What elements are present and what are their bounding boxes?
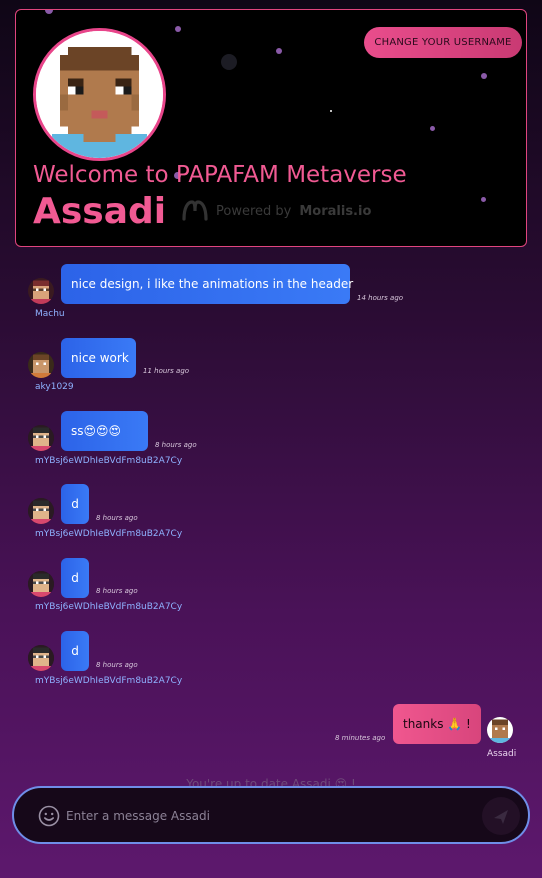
message-username[interactable]: Machu (35, 309, 65, 319)
message-username[interactable]: Assadi (487, 749, 516, 759)
send-icon (494, 810, 508, 824)
welcome-title: Welcome to PAPAFAM Metaverse (33, 162, 407, 188)
message-timestamp: 8 hours ago (96, 661, 138, 669)
message-username[interactable]: mYBsj6eWDhIeBVdFm8uB2A7Cy (35, 676, 182, 686)
star-decoration (481, 73, 487, 79)
avatar[interactable] (28, 352, 54, 378)
change-username-button[interactable]: CHANGE YOUR USERNAME (364, 27, 522, 58)
message-text: thanks 🙏 ! (403, 717, 471, 731)
message-input[interactable] (66, 802, 466, 830)
pixel-avatar-icon (487, 717, 513, 743)
message-text: d (71, 497, 79, 511)
pixel-avatar-icon (28, 425, 54, 451)
message-composer (12, 786, 530, 844)
message-username[interactable]: mYBsj6eWDhIeBVdFm8uB2A7Cy (35, 456, 182, 466)
powered-by-brand: Moralis.io (299, 203, 372, 219)
message-timestamp: 8 minutes ago (335, 734, 386, 742)
message-username[interactable]: mYBsj6eWDhIeBVdFm8uB2A7Cy (35, 602, 182, 612)
pixel-avatar-icon (28, 352, 54, 378)
pixel-avatar-icon (28, 645, 54, 671)
message-username[interactable]: mYBsj6eWDhIeBVdFm8uB2A7Cy (35, 529, 182, 539)
avatar[interactable] (28, 278, 54, 304)
message-timestamp: 14 hours ago (357, 294, 404, 302)
message-text: d (71, 571, 79, 585)
smiley-icon[interactable] (38, 805, 60, 827)
message-text: nice work (71, 351, 129, 365)
star-decoration (481, 197, 486, 202)
star-decoration (330, 110, 332, 112)
avatar[interactable] (28, 498, 54, 524)
star-decoration (175, 26, 181, 32)
powered-by-text: Powered by (216, 203, 292, 219)
message-timestamp: 11 hours ago (143, 367, 190, 375)
pixel-avatar-icon (36, 31, 163, 158)
message-text: ss😍😍😍 (71, 424, 122, 438)
message-bubble-own[interactable]: thanks 🙏 ! (393, 704, 481, 744)
message-username[interactable]: aky1029 (35, 382, 74, 392)
current-username: Assadi (33, 191, 167, 232)
message-timestamp: 8 hours ago (96, 587, 138, 595)
star-decoration (430, 126, 435, 131)
message-bubble[interactable]: nice work (61, 338, 136, 378)
message-timestamp: 8 hours ago (155, 441, 197, 449)
profile-header: CHANGE YOUR USERNAME Welcome to PAPAFAM … (15, 9, 527, 247)
pixel-avatar-icon (28, 278, 54, 304)
star-decoration (276, 48, 282, 54)
star-decoration (45, 10, 53, 14)
message-bubble[interactable]: d (61, 484, 89, 524)
avatar[interactable] (28, 645, 54, 671)
star-decoration (221, 54, 237, 70)
message-timestamp: 8 hours ago (96, 514, 138, 522)
pixel-avatar-icon (28, 498, 54, 524)
message-bubble[interactable]: d (61, 631, 89, 671)
powered-by-badge[interactable]: Powered by Moralis.io (182, 196, 371, 226)
avatar[interactable] (487, 717, 513, 743)
profile-avatar[interactable] (33, 28, 166, 161)
message-bubble[interactable]: ss😍😍😍 (61, 411, 148, 451)
message-text: d (71, 644, 79, 658)
message-text: nice design, i like the animations in th… (71, 277, 354, 291)
message-bubble[interactable]: nice design, i like the animations in th… (61, 264, 354, 304)
send-button[interactable] (482, 797, 520, 835)
moralis-logo-icon (182, 200, 208, 221)
avatar[interactable] (28, 425, 54, 451)
avatar[interactable] (28, 571, 54, 597)
message-bubble[interactable]: d (61, 558, 89, 598)
pixel-avatar-icon (28, 571, 54, 597)
